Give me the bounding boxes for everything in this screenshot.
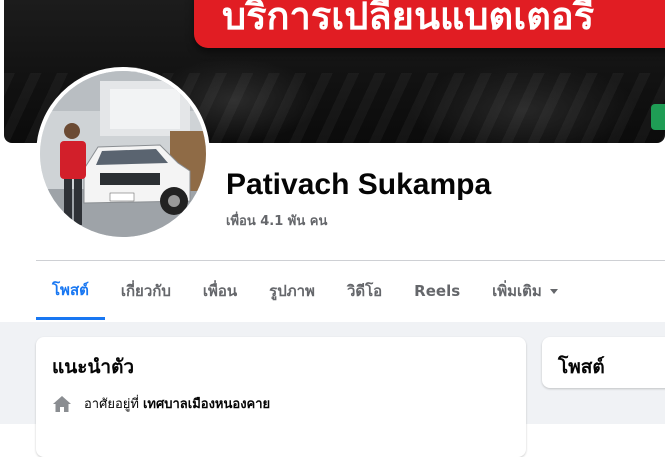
tab-friends[interactable]: เพื่อน (187, 262, 253, 320)
lives-in-prefix: อาศัยอยู่ที่ (84, 397, 139, 412)
tab-videos[interactable]: วิดีโอ (331, 262, 398, 320)
avatar-photo (40, 71, 206, 237)
intro-title: แนะนำตัว (52, 356, 135, 378)
profile-avatar[interactable] (36, 67, 210, 241)
tab-posts-label: โพสต์ (52, 280, 89, 299)
posts-card: โพสต์ (542, 337, 665, 388)
tab-reels[interactable]: Reels (398, 262, 476, 320)
home-icon (53, 395, 71, 412)
tab-photos[interactable]: รูปภาพ (253, 262, 331, 320)
posts-title: โพสต์ (558, 356, 605, 378)
tab-more-label: เพิ่มเติม (492, 282, 542, 300)
cover-banner: บริการเปลี่ยนแบตเตอรี่ (194, 0, 665, 48)
tab-videos-label: วิดีโอ (346, 282, 383, 300)
tab-photos-label: รูปภาพ (269, 282, 315, 300)
avatar-photo-scene (40, 71, 206, 237)
lives-in-row: อาศัยอยู่ที่ เทศบาลเมืองหนองคาย (52, 393, 270, 414)
tab-reels-label: Reels (414, 282, 461, 300)
green-badge (651, 104, 665, 130)
tab-friends-label: เพื่อน (202, 282, 238, 300)
tabs-divider (36, 260, 665, 261)
profile-tabs: โพสต์ เกี่ยวกับ เพื่อน รูปภาพ วิดีโอ Ree… (36, 262, 665, 322)
tab-about[interactable]: เกี่ยวกับ (105, 262, 187, 320)
lives-in-place[interactable]: เทศบาลเมืองหนองคาย (143, 393, 270, 414)
profile-name: Pativach Sukampa (226, 168, 492, 201)
tab-posts[interactable]: โพสต์ (36, 262, 105, 320)
tab-about-label: เกี่ยวกับ (120, 282, 171, 300)
intro-card: แนะนำตัว อาศัยอยู่ที่ เทศบาลเมืองหนองคาย (36, 337, 526, 457)
tab-more[interactable]: เพิ่มเติม (476, 262, 574, 320)
caret-down-icon (549, 288, 558, 294)
friends-count[interactable]: เพื่อน 4.1 พัน คน (226, 210, 327, 231)
